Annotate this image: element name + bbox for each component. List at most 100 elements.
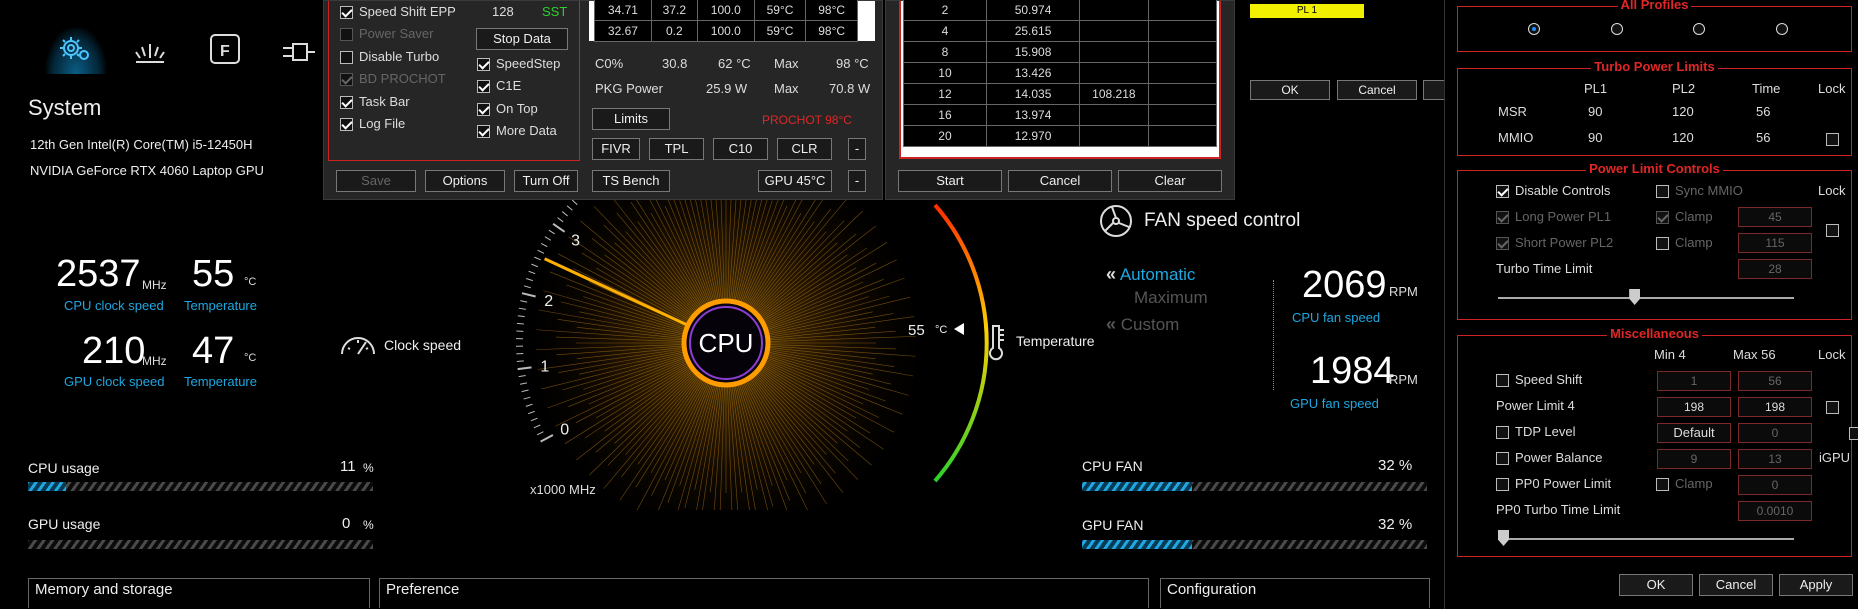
long-clamp-checkbox[interactable]: Clamp [1656, 209, 1713, 225]
long-power-input[interactable]: 45 [1738, 207, 1812, 227]
power-balance-max[interactable]: 13 [1738, 449, 1812, 469]
power-balance-min[interactable]: 9 [1657, 449, 1731, 469]
bench-cancel-button[interactable]: Cancel [1008, 170, 1112, 192]
pl-ok-button[interactable]: OK [1250, 80, 1330, 100]
short-power-input[interactable]: 115 [1738, 233, 1812, 253]
light-icon[interactable] [128, 32, 172, 72]
sync-mmio-checkbox[interactable]: Sync MMIO [1656, 183, 1743, 199]
pp0-time-slider-track[interactable] [1498, 538, 1794, 540]
ts-bench-button[interactable]: TS Bench [592, 170, 670, 192]
clr-button[interactable]: CLR [777, 138, 832, 160]
pl-extra-button[interactable] [1423, 80, 1445, 100]
tab-preference[interactable]: Preference [379, 578, 1149, 608]
speed-shift-checkbox[interactable]: Speed Shift [1496, 372, 1582, 388]
pl2-header: PL2 [1672, 81, 1696, 96]
checkbox [340, 73, 353, 87]
cpu-usage-value: 11 [340, 458, 356, 475]
bench-clear-button[interactable]: Clear [1118, 170, 1222, 192]
ts-check-on-top[interactable]: On Top [477, 101, 538, 116]
tab-configuration[interactable]: Configuration [1160, 578, 1430, 608]
tdp-level-checkbox[interactable]: TDP Level [1496, 424, 1576, 440]
long-lock-checkbox[interactable] [1826, 224, 1839, 238]
fan-mode-custom[interactable]: « Custom [1106, 314, 1179, 335]
gauge: 01234567 CPU x1000 MHz 55 °C [460, 133, 1020, 553]
profile-radio-2[interactable] [1611, 23, 1623, 35]
ts-check-log-file[interactable]: Log File [340, 116, 405, 132]
turn-off-button[interactable]: Turn Off [514, 170, 578, 192]
ts-check-disable-turbo[interactable]: Disable Turbo [340, 49, 439, 64]
ts-check-c1e[interactable]: C1E [477, 78, 521, 94]
bench-start-button[interactable]: Start [898, 170, 1002, 192]
save-button[interactable]: Save [336, 170, 416, 192]
clock-speed-label: Clock speed [384, 337, 462, 353]
speed-shift-max[interactable]: 56 [1738, 371, 1812, 391]
ts-check-speedstep[interactable]: SpeedStep [477, 56, 560, 72]
table-row: 34.71 37.2 100.0 59°C 98°C [594, 0, 858, 21]
fivr-button[interactable]: FIVR [592, 138, 640, 160]
gpu-fan-bar [1082, 540, 1427, 549]
power-balance-checkbox[interactable]: Power Balance [1496, 450, 1602, 466]
c0-max: 98 °C [836, 56, 869, 71]
c10-button[interactable]: C10 [713, 138, 768, 160]
tdp-level-select[interactable]: Default [1657, 423, 1731, 443]
tdp-lock-checkbox[interactable] [1849, 427, 1858, 441]
mmio-lock-checkbox[interactable] [1826, 133, 1839, 147]
disable-controls-checkbox[interactable]: Disable Controls [1496, 183, 1610, 199]
profile-radio-4[interactable] [1776, 23, 1788, 35]
connector-icon[interactable] [280, 34, 320, 68]
cpu-fan-rpm-unit: RPM [1389, 284, 1418, 299]
fan-mode-automatic[interactable]: « Automatic [1106, 264, 1195, 285]
ts-check-bd-prochot[interactable]: BD PROCHOT [340, 71, 446, 87]
checkbox-label: Task Bar [359, 93, 410, 109]
minus-button-2[interactable]: - [848, 170, 866, 192]
tdp-level-label: TDP Level [1515, 424, 1576, 439]
ts-check-more-data[interactable]: More Data [477, 123, 557, 139]
tdp-level-max[interactable]: 0 [1738, 423, 1812, 443]
tab-memory-storage[interactable]: Memory and storage [28, 578, 370, 608]
settings-icon[interactable] [46, 28, 106, 74]
power-limit4-max[interactable]: 198 [1738, 397, 1812, 417]
pl-cancel-button[interactable]: Cancel [1337, 80, 1417, 100]
table-cell: 32.67 [594, 20, 652, 42]
pp0-clamp-checkbox[interactable]: Clamp [1656, 476, 1713, 492]
long-power-checkbox[interactable]: Long Power PL1 [1496, 209, 1611, 225]
cpu-usage-fill [28, 482, 66, 491]
ts-check-power-saver[interactable]: Power Saver [340, 26, 433, 42]
ok-button[interactable]: OK [1619, 574, 1693, 596]
table-cell: 59°C [753, 0, 807, 21]
gpu-fan-speed-label: GPU fan speed [1290, 396, 1379, 411]
cancel-button[interactable]: Cancel [1699, 574, 1773, 596]
pp0-power-checkbox[interactable]: PP0 Power Limit [1496, 476, 1611, 492]
max-label: Max 56 [1733, 347, 1776, 362]
power-limit4-min[interactable]: 198 [1657, 397, 1731, 417]
turbo-time-slider-track[interactable] [1498, 297, 1794, 299]
table-cell [1079, 104, 1149, 126]
short-clamp-checkbox[interactable]: Clamp [1656, 235, 1713, 251]
short-power-checkbox[interactable]: Short Power PL2 [1496, 235, 1613, 251]
f-key-icon[interactable]: F [208, 32, 242, 66]
turbo-time-slider-thumb[interactable] [1629, 289, 1641, 305]
apply-button[interactable]: Apply [1779, 574, 1853, 596]
table-row: 8 15.908 [903, 41, 1218, 63]
pp0-time-input[interactable]: 0.0010 [1738, 501, 1812, 521]
table-cell: 50.974 [985, 0, 1081, 21]
profile-radio-3[interactable] [1693, 23, 1705, 35]
minus-button[interactable]: - [848, 138, 866, 160]
tpl-button[interactable]: TPL [649, 138, 704, 160]
ts-check-speed-shift-epp[interactable]: Speed Shift EPP [340, 4, 456, 20]
speed-shift-min[interactable]: 1 [1657, 371, 1731, 391]
pp0-time-slider-thumb[interactable] [1498, 530, 1509, 546]
stop-data-button[interactable]: Stop Data [476, 28, 568, 50]
profile-radio-1[interactable] [1528, 23, 1540, 35]
pp0-power-input[interactable]: 0 [1738, 475, 1812, 495]
ts-check-task-bar[interactable]: Task Bar [340, 94, 410, 109]
turbo-time-input[interactable]: 28 [1738, 259, 1812, 279]
limits-button[interactable]: Limits [592, 108, 670, 130]
table-row: 32.67 0.2 100.0 59°C 98°C [594, 20, 858, 42]
gpu-temp-button[interactable]: GPU 45°C [758, 170, 832, 192]
fan-mode-maximum[interactable]: Maximum [1134, 288, 1208, 308]
options-button[interactable]: Options [425, 170, 505, 192]
system-title: System [28, 95, 102, 120]
pl4-lock-checkbox[interactable] [1826, 401, 1839, 415]
turbo-power-section: Turbo Power Limits PL1 PL2 Time Lock MSR… [1457, 59, 1852, 156]
